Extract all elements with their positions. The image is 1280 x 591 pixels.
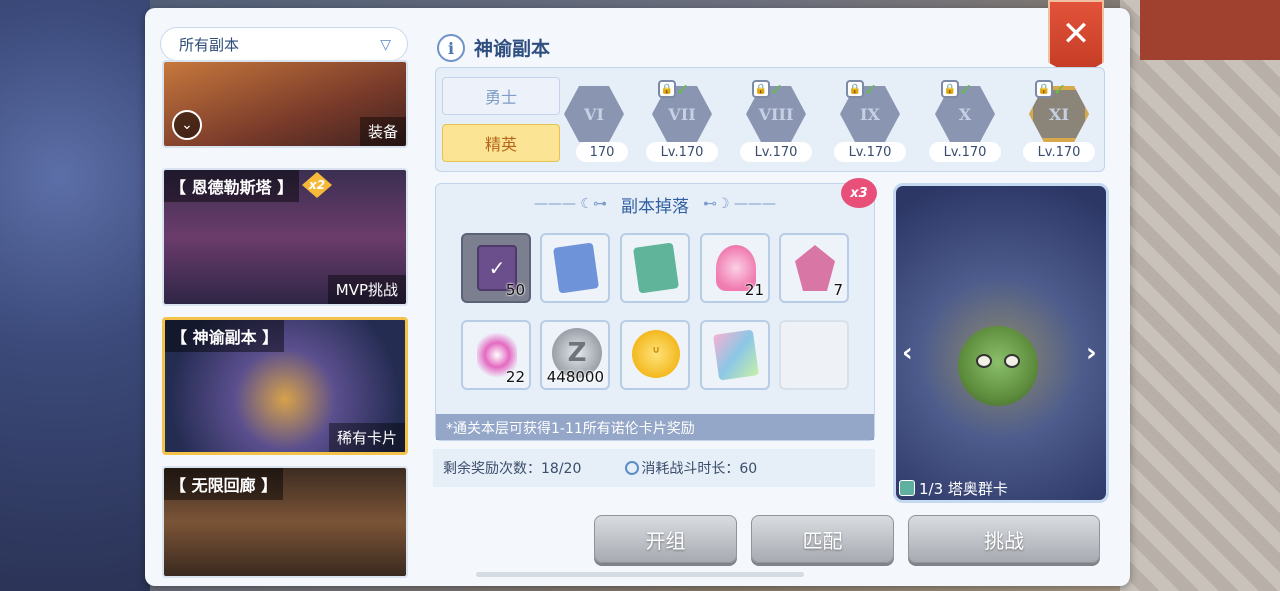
check-icon: ✓ [959,80,973,99]
drop-item-8[interactable]: ᐡ [620,320,690,390]
drop-item-9[interactable] [700,320,770,390]
drops-note: *通关本层可获得1-11所有诺伦卡片奖励 [436,414,874,440]
card-name: 1/3 塔奥群卡 [919,479,1008,498]
dungeon-card-endless-tower[interactable]: 【 恩德勒斯塔 】 MVP挑战 [162,168,408,306]
decoration-icon: ⊷☽ ——— [703,196,777,212]
horizontal-scrollbar[interactable] [476,572,804,577]
level-node-6[interactable]: VI 170 [564,80,638,164]
drop-item-5[interactable]: 7 [779,233,849,303]
card-type-icon [899,480,915,496]
lock-icon: 🔒 [846,80,864,98]
level-node-7[interactable]: VII 🔒 ✓ Lv.170 [646,80,718,164]
level-node-8[interactable]: VIII 🔒 ✓ Lv.170 [740,80,812,164]
panel-title: 神谕副本 [474,38,551,60]
dungeon-card-tag: 装备 [359,117,406,146]
drop-quantity: 7 [833,281,843,299]
dungeon-card-title: 【 无限回廊 】 [164,468,284,500]
chevron-right-icon[interactable]: › [1086,338,1097,368]
monster-eye [1004,354,1020,368]
close-icon[interactable]: ✕ [1062,14,1091,54]
decoration-icon: ——— ☾⊶ [533,196,607,212]
drop-item-6[interactable]: 22 [461,320,531,390]
gold-coin-icon: ᐡ [632,330,680,378]
dungeon-card-tag: MVP挑战 [327,275,406,304]
expand-icon[interactable]: ⌄ [172,110,202,140]
check-icon: ✓ [1053,80,1067,99]
difficulty-elite-button[interactable]: 精英 [442,124,560,162]
drops-title: 副本掉落 [621,196,689,217]
card-preview[interactable] [893,183,1109,503]
challenge-button[interactable]: 挑战 [908,515,1100,563]
drop-item-2[interactable] [540,233,610,303]
match-button[interactable]: 匹配 [751,515,894,563]
chevron-down-icon: ▽ [380,37,391,53]
drop-quantity: 50 [505,281,525,299]
triple-reward-badge: x3 [841,178,877,208]
level-node-10[interactable]: X 🔒 ✓ Lv.170 [929,80,1001,164]
level-hex-icon: VI [564,86,624,142]
background-right [1120,0,1280,591]
level-label: Lv.170 [1023,142,1095,162]
level-label: Lv.170 [740,142,812,162]
dungeon-card-oracle[interactable]: 【 神谕副本 】 稀有卡片 [162,317,408,455]
drop-quantity: 22 [505,368,525,386]
card-book-blue-icon [552,242,600,294]
drops-header: ——— ☾⊶ 副本掉落 ⊷☽ ——— [436,184,874,224]
monster-image [958,326,1038,406]
pink-crystal-icon [795,245,835,291]
info-icon[interactable]: i [437,34,465,62]
team-up-button[interactable]: 开组 [594,515,737,563]
dungeon-card-equipment[interactable]: 装备 [162,60,408,148]
rainbow-card-icon [712,329,760,381]
background-carpet [1140,0,1280,60]
dungeon-card-title: 【 神谕副本 】 [165,320,285,352]
lock-icon: 🔒 [1035,80,1053,98]
dungeon-card-infinite-corridor[interactable]: 【 无限回廊 】 [162,466,408,578]
clock-icon [625,461,640,475]
dungeon-filter-dropdown[interactable]: 所有副本 ▽ [160,27,408,61]
background-left [0,0,150,591]
level-label: Lv.170 [834,142,906,162]
drop-item-empty [779,320,849,390]
drop-item-7[interactable]: Z 448000 [540,320,610,390]
chevron-left-icon[interactable]: ‹ [902,338,913,368]
level-node-9[interactable]: IX 🔒 ✓ Lv.170 [834,80,906,164]
drop-item-1[interactable]: ✓ 50 [461,233,531,303]
drop-item-4[interactable]: 21 [700,233,770,303]
dungeon-card-tag: 稀有卡片 [328,423,405,452]
lock-icon: 🔒 [752,80,770,98]
level-label: Lv.170 [646,142,718,162]
stats-row: 剩余奖励次数：18/20 消耗战斗时长：60 [433,449,875,487]
check-icon: ✓ [770,80,784,99]
drop-quantity: 448000 [546,368,604,386]
lock-icon: 🔒 [941,80,959,98]
card-book-green-icon [632,242,680,294]
dropdown-selected-value: 所有副本 [179,35,240,54]
battle-time-cost: 消耗战斗时长：60 [641,461,758,477]
level-node-11[interactable]: XI 🔒 ✓ Lv.170 [1023,80,1095,164]
monster-eye [976,354,992,368]
drop-item-3[interactable] [620,233,690,303]
drops-panel: ——— ☾⊶ 副本掉落 ⊷☽ ——— [435,183,875,441]
check-icon: ✓ [676,80,690,99]
drop-quantity: 21 [744,281,764,299]
card-label: 1/3 塔奥群卡 [899,476,1105,500]
lock-icon: 🔒 [658,80,676,98]
level-label: Lv.170 [929,142,1001,162]
remaining-rewards: 剩余奖励次数：18/20 [443,461,582,477]
check-icon: ✓ [864,80,878,99]
level-label: 170 [576,142,628,162]
difficulty-warrior-button[interactable]: 勇士 [442,77,560,115]
dungeon-card-title: 【 恩德勒斯塔 】 [164,170,300,202]
